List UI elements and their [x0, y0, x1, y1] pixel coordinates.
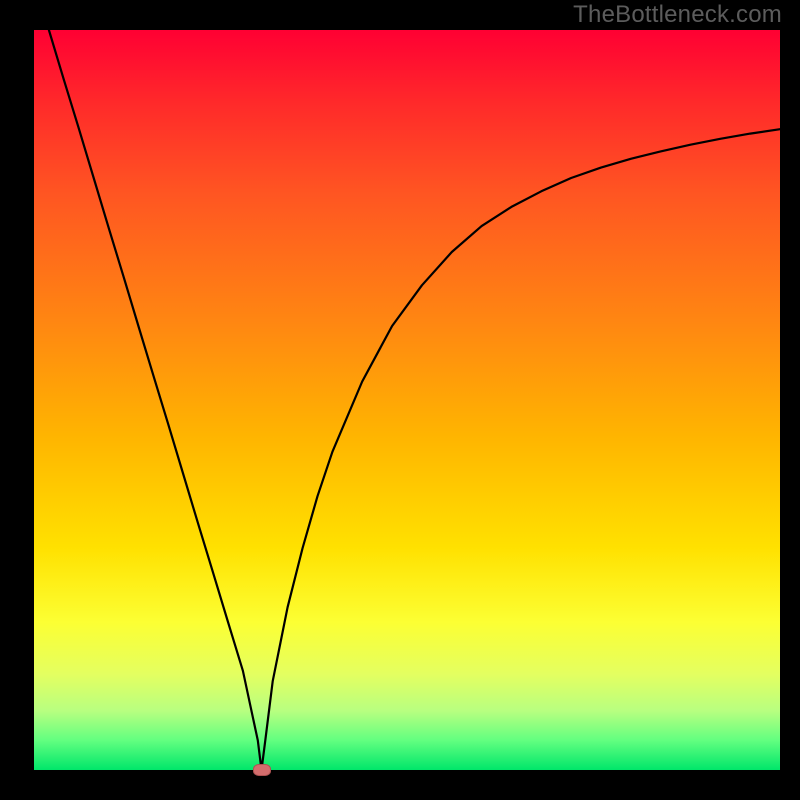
optimum-marker: [253, 764, 271, 776]
chart-container: TheBottleneck.com: [0, 0, 800, 800]
bottleneck-curve: [0, 0, 800, 800]
